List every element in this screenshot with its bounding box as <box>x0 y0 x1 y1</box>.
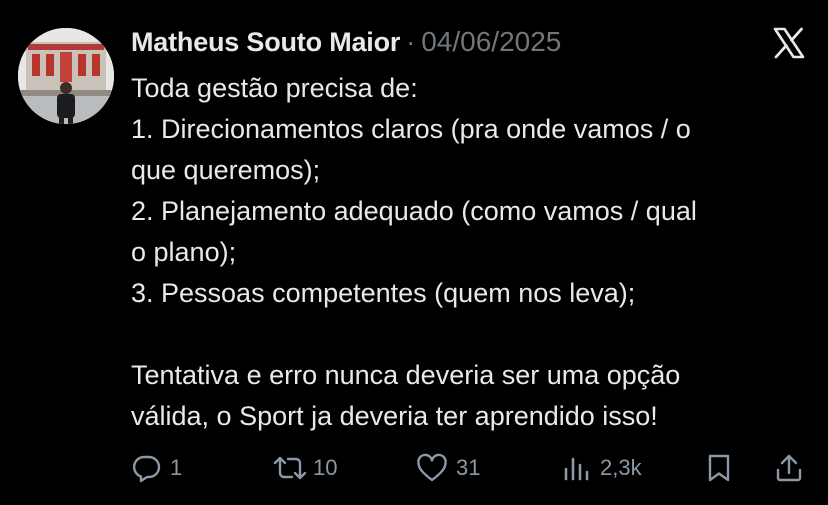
share-button[interactable] <box>774 448 804 488</box>
like-count: 31 <box>456 455 481 480</box>
tweet-text-line: Toda gestão precisa de: <box>131 73 418 103</box>
tweet-text-line: o plano); <box>131 237 237 267</box>
tweet-text-line: Tentativa e erro nunca deveria ser uma o… <box>131 360 681 390</box>
tweet-date[interactable]: 04/06/2025 <box>421 26 561 58</box>
header-separator: · <box>406 26 416 57</box>
views-count: 2,3k <box>600 455 642 480</box>
share-icon <box>776 454 802 482</box>
repost-icon <box>273 456 307 480</box>
avatar-photo <box>18 28 114 124</box>
tweet-text-line: 2. Planejamento adequado (como vamos / q… <box>131 196 697 226</box>
tweet-text-line: 3. Pessoas competentes (quem nos leva); <box>131 278 636 308</box>
tweet-text-line: válida, o Sport ja deveria ter aprendido… <box>131 401 658 431</box>
tweet-text-line: que queremos); <box>131 155 321 185</box>
heart-icon <box>417 453 447 482</box>
avatar[interactable] <box>18 28 114 124</box>
author-name[interactable]: Matheus Souto Maior <box>131 27 400 58</box>
tweet-card: Matheus Souto Maior · 04/06/2025 Toda ge… <box>0 0 828 505</box>
bookmark-icon <box>708 454 730 482</box>
views-button[interactable]: 2,3k <box>562 448 642 488</box>
reply-icon <box>132 455 161 483</box>
repost-button[interactable]: 10 <box>272 448 337 488</box>
x-logo-icon[interactable] <box>772 26 806 60</box>
reply-button[interactable]: 1 <box>132 448 182 488</box>
tweet-header: Matheus Souto Maior · 04/06/2025 <box>131 24 561 60</box>
views-icon <box>564 457 589 481</box>
repost-count: 10 <box>313 455 338 480</box>
like-button[interactable]: 31 <box>416 448 480 488</box>
bookmark-button[interactable] <box>705 448 733 488</box>
tweet-text: Toda gestão precisa de: 1. Direcionament… <box>131 68 821 437</box>
tweet-text-line <box>131 314 821 355</box>
reply-count: 1 <box>170 455 183 480</box>
tweet-text-line: 1. Direcionamentos claros (pra onde vamo… <box>131 114 691 144</box>
action-bar: 1 10 31 2,3k <box>0 448 828 488</box>
